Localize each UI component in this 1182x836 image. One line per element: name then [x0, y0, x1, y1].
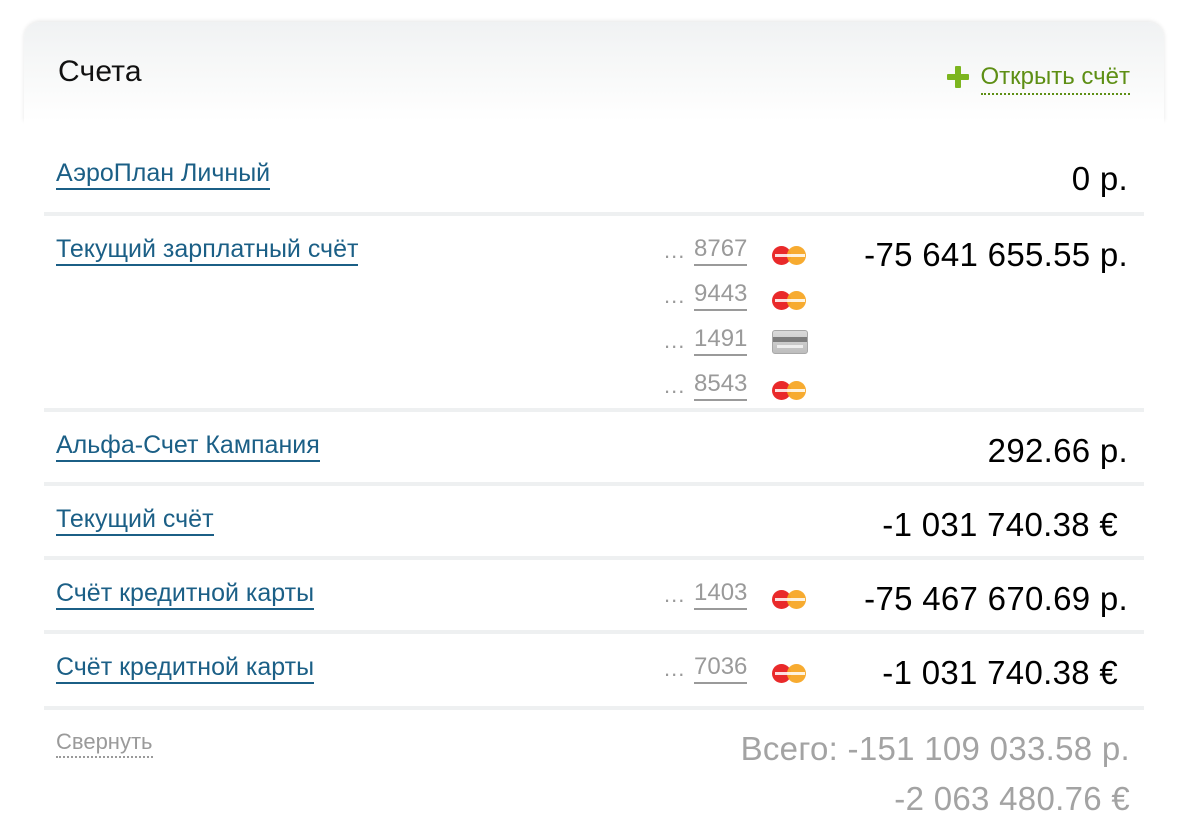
card-list: ... 8767 ... 9443 ... 1491 ... 8543	[664, 234, 814, 414]
card-number-link[interactable]: 7036	[694, 652, 748, 684]
accounts-widget: Счета Открыть счёт АэроПлан Личный 0 р. …	[0, 0, 1182, 836]
total-rub: Всего: -151 109 033.58 р.	[740, 730, 1130, 767]
card-item: ... 8543	[664, 369, 814, 414]
card-number-link[interactable]: 9443	[694, 279, 748, 311]
account-row: Текущий зарплатный счёт ... 8767 ... 944…	[44, 216, 1144, 412]
account-row: Счёт кредитной карты ... 1403 -75 467 67…	[44, 560, 1144, 634]
account-amount: 292.66 р.	[987, 432, 1128, 469]
total-eur: -2 063 480.76 €	[894, 780, 1130, 817]
open-account-button[interactable]: Открыть счёт	[946, 62, 1130, 96]
collapse-button[interactable]: Свернуть	[56, 728, 153, 758]
accounts-header: Счета Открыть счёт	[24, 22, 1164, 130]
account-link[interactable]: Альфа-Счет Кампания	[56, 430, 320, 462]
account-row: Текущий счёт -1 031 740.38 €	[44, 486, 1144, 560]
card-mask: ...	[664, 582, 686, 607]
account-amount: -75 467 670.69 р.	[864, 580, 1128, 617]
account-link[interactable]: Счёт кредитной карты	[56, 652, 315, 684]
account-link[interactable]: АэроПлан Личный	[56, 158, 271, 190]
account-amount: -1 031 740.38 €	[882, 654, 1118, 691]
generic-card-icon	[772, 330, 808, 354]
card-number-link[interactable]: 8767	[694, 234, 748, 266]
card-list: ... 1403	[664, 578, 814, 623]
card-mask: ...	[664, 328, 686, 353]
card-item: ... 9443	[664, 279, 814, 324]
card-list: ... 7036	[664, 652, 814, 697]
mastercard-icon	[772, 289, 808, 311]
account-row: АэроПлан Личный 0 р.	[44, 140, 1144, 216]
account-row: Счёт кредитной карты ... 7036 -1 031 740…	[44, 634, 1144, 710]
mastercard-icon	[772, 662, 808, 684]
card-item: ... 1491	[664, 324, 814, 369]
account-link[interactable]: Текущий зарплатный счёт	[56, 234, 359, 266]
card-item: ... 7036	[664, 652, 814, 697]
account-amount: 0 р.	[1071, 160, 1128, 197]
account-link[interactable]: Счёт кредитной карты	[56, 578, 315, 610]
card-number-link[interactable]: 8543	[694, 369, 748, 401]
card-number-link[interactable]: 1491	[694, 324, 748, 356]
mastercard-icon	[772, 244, 808, 266]
card-mask: ...	[664, 238, 686, 263]
mastercard-icon	[772, 379, 808, 401]
page-title: Счета	[58, 55, 142, 88]
card-mask: ...	[664, 656, 686, 681]
card-item: ... 1403	[664, 578, 814, 623]
open-account-label: Открыть счёт	[980, 62, 1130, 95]
plus-icon	[946, 66, 969, 88]
accounts-footer: Свернуть Всего: -151 109 033.58 р. -2 06…	[44, 710, 1144, 836]
account-amount: -75 641 655.55 р.	[864, 236, 1128, 273]
card-number-link[interactable]: 1403	[694, 578, 748, 610]
account-link[interactable]: Текущий счёт	[56, 504, 214, 536]
card-mask: ...	[664, 283, 686, 308]
account-amount: -1 031 740.38 €	[882, 506, 1118, 543]
mastercard-icon	[772, 588, 808, 610]
card-mask: ...	[664, 373, 686, 398]
accounts-list: АэроПлан Личный 0 р. Текущий зарплатный …	[44, 140, 1144, 710]
account-row: Альфа-Счет Кампания 292.66 р.	[44, 412, 1144, 486]
card-item: ... 8767	[664, 234, 814, 279]
